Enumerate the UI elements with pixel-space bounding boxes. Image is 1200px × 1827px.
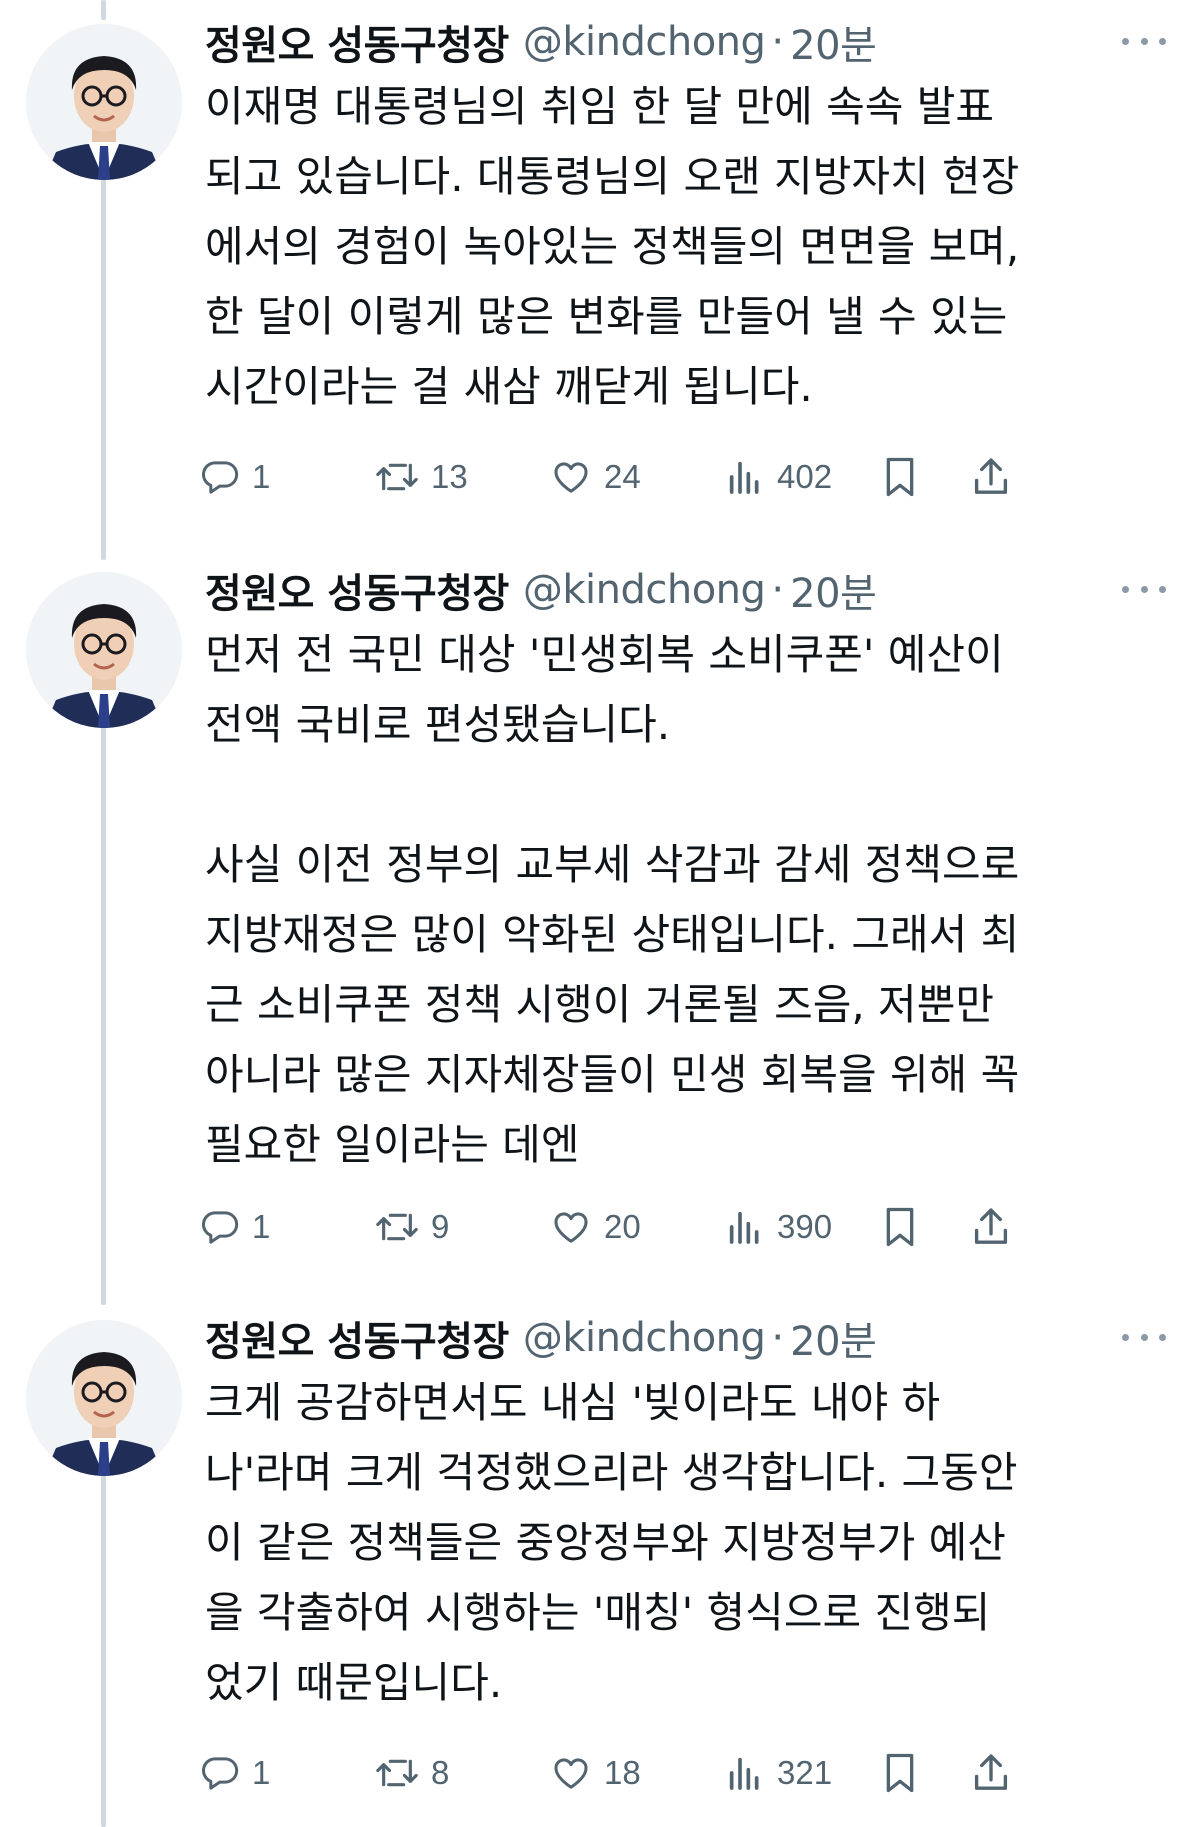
like-count: 18: [604, 1754, 641, 1791]
like-button[interactable]: 20: [550, 1192, 641, 1262]
views-icon: [729, 1211, 759, 1244]
tweet-text-line: 지방재정은 많이 악화된 상태입니다. 그래서 최: [205, 910, 1020, 959]
tweet-text-line: 나'라며 크게 걱정했으리라 생각합니다. 그동안: [205, 1448, 1018, 1497]
separator-dot: ·: [771, 567, 785, 613]
bookmark-icon: [886, 1753, 914, 1793]
user-handle[interactable]: @kindchong: [523, 19, 766, 65]
tweet-header: 정원오 성동구청장 @kindchong · 20분: [205, 1308, 1145, 1368]
display-name[interactable]: 정원오 성동구청장: [205, 561, 509, 619]
tweet-actions: 1 8 18 321: [200, 1738, 1170, 1808]
heart-icon: [554, 1758, 588, 1789]
repost-button[interactable]: 9: [375, 1192, 449, 1262]
timestamp[interactable]: 20분: [790, 1309, 877, 1367]
tweet[interactable]: 정원오 성동구청장 @kindchong · 20분 크게 공감하면서도 내심 …: [0, 1308, 1200, 1827]
heart-icon: [554, 462, 588, 493]
tweet-text-line: 에서의 경험이 녹아있는 정책들의 면면을 보며,: [205, 222, 1020, 271]
repost-button[interactable]: 13: [375, 442, 468, 512]
repost-count: 8: [431, 1754, 450, 1791]
like-button[interactable]: 24: [550, 442, 641, 512]
tweet-text-line: 사실 이전 정부의 교부세 삭감과 감세 정책으로: [205, 840, 1020, 889]
tweet-actions: 1 13 24 402: [200, 442, 1170, 512]
avatar[interactable]: [26, 572, 182, 728]
more-dots-icon[interactable]: [1122, 26, 1166, 56]
tweet[interactable]: 정원오 성동구청장 @kindchong · 20분 이재명 대통령님의 취임 …: [0, 12, 1200, 512]
bookmark-button[interactable]: [880, 1192, 920, 1262]
tweet-text-line: 먼저 전 국민 대상 '민생회복 소비쿠폰' 예산이: [205, 630, 1004, 679]
like-count: 24: [604, 458, 641, 495]
bookmark-icon: [886, 457, 914, 497]
tweet-text-line: 이 같은 정책들은 중앙정부와 지방정부가 예산: [205, 1518, 1006, 1567]
view-count: 390: [777, 1208, 833, 1245]
bookmark-button[interactable]: [880, 442, 920, 512]
repost-icon: [376, 1759, 418, 1787]
display-name[interactable]: 정원오 성동구청장: [205, 13, 509, 71]
tweet-text-line: 전액 국비로 편성됐습니다.: [205, 700, 671, 749]
tweet-text-line: 근 소비쿠폰 정책 시행이 거론될 즈음, 저뿐만: [205, 980, 994, 1029]
tweet-text-line: 한 달이 이렇게 많은 변화를 만들어 낼 수 있는: [205, 292, 1008, 341]
tweet-header: 정원오 성동구청장 @kindchong · 20분: [205, 12, 1145, 72]
tweet-text-line: 시간이라는 걸 새삼 깨닫게 됩니다.: [205, 362, 813, 411]
user-handle[interactable]: @kindchong: [523, 567, 766, 613]
share-button[interactable]: [970, 442, 1012, 512]
reply-count: 1: [252, 458, 271, 495]
bookmark-icon: [886, 1207, 914, 1247]
tweet-text-line: 아니라 많은 지자체장들이 민생 회복을 위해 꼭: [205, 1050, 1020, 1099]
tweet-text: 이재명 대통령님의 취임 한 달 만에 속속 발표 되고 있습니다. 대통령님의…: [205, 72, 1175, 422]
tweet-text-line: 이재명 대통령님의 취임 한 달 만에 속속 발표: [205, 82, 994, 131]
timestamp[interactable]: 20분: [790, 13, 877, 71]
heart-icon: [554, 1212, 588, 1243]
avatar[interactable]: [26, 1320, 182, 1476]
share-icon: [974, 1208, 1008, 1244]
views-icon: [729, 461, 759, 494]
views-button[interactable]: 402: [725, 442, 832, 512]
separator-dot: ·: [771, 19, 785, 65]
more-dots-icon[interactable]: [1122, 1322, 1166, 1352]
tweet-text-line: 을 각출하여 시행하는 '매칭' 형식으로 진행되: [205, 1588, 991, 1637]
repost-count: 13: [431, 458, 468, 495]
tweet-text-line: 되고 있습니다. 대통령님의 오랜 지방자치 현장: [205, 152, 1020, 201]
tweet-text-line: 었기 때문입니다.: [205, 1658, 503, 1707]
avatar[interactable]: [26, 24, 182, 180]
share-button[interactable]: [970, 1192, 1012, 1262]
share-button[interactable]: [970, 1738, 1012, 1808]
tweet-text: 먼저 전 국민 대상 '민생회복 소비쿠폰' 예산이 전액 국비로 편성됐습니다…: [205, 620, 1175, 1180]
tweet-text: 크게 공감하면서도 내심 '빚이라도 내야 하 나'라며 크게 걱정했으리라 생…: [205, 1368, 1175, 1718]
reply-button[interactable]: 1: [200, 1192, 270, 1262]
views-button[interactable]: 390: [725, 1192, 832, 1262]
user-handle[interactable]: @kindchong: [523, 1315, 766, 1361]
repost-button[interactable]: 8: [375, 1738, 449, 1808]
tweet[interactable]: 정원오 성동구청장 @kindchong · 20분 먼저 전 국민 대상 '민…: [0, 560, 1200, 1260]
bookmark-button[interactable]: [880, 1738, 920, 1808]
reply-button[interactable]: 1: [200, 442, 270, 512]
more-dots-icon[interactable]: [1122, 574, 1166, 604]
display-name[interactable]: 정원오 성동구청장: [205, 1309, 509, 1367]
timestamp[interactable]: 20분: [790, 561, 877, 619]
views-icon: [729, 1757, 759, 1790]
like-button[interactable]: 18: [550, 1738, 641, 1808]
reply-icon: [202, 1757, 239, 1790]
reply-icon: [202, 1211, 239, 1244]
repost-icon: [376, 1213, 418, 1241]
reply-count: 1: [252, 1208, 271, 1245]
separator-dot: ·: [771, 1315, 785, 1361]
view-count: 402: [777, 458, 833, 495]
reply-icon: [202, 461, 239, 494]
share-icon: [974, 458, 1008, 494]
tweet-text-line: [205, 760, 1175, 830]
reply-button[interactable]: 1: [200, 1738, 270, 1808]
reply-count: 1: [252, 1754, 271, 1791]
like-count: 20: [604, 1208, 641, 1245]
share-icon: [974, 1754, 1008, 1790]
tweet-actions: 1 9 20 390: [200, 1192, 1170, 1262]
tweet-text-line: 필요한 일이라는 데엔: [205, 1120, 580, 1169]
repost-count: 9: [431, 1208, 450, 1245]
tweet-text-line: 크게 공감하면서도 내심 '빚이라도 내야 하: [205, 1378, 941, 1427]
tweet-header: 정원오 성동구청장 @kindchong · 20분: [205, 560, 1145, 620]
repost-icon: [376, 463, 418, 491]
views-button[interactable]: 321: [725, 1738, 832, 1808]
view-count: 321: [777, 1754, 833, 1791]
